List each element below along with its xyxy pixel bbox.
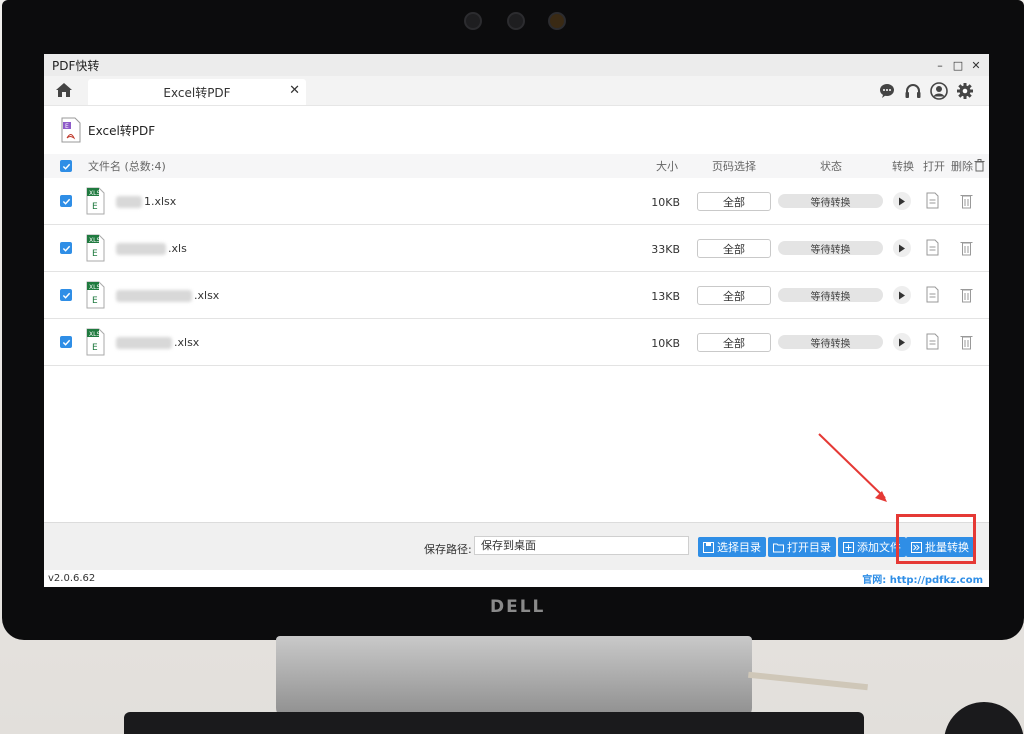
tab-label: Excel转PDF [163,85,231,100]
list-header: 文件名 (总数:4) 大小 页码选择 状态 转换 打开 删除 [44,154,989,178]
section-title: Excel转PDF [88,123,156,138]
svg-text:E: E [92,343,98,353]
chat-icon[interactable] [877,81,897,101]
user-icon[interactable] [929,81,949,101]
status-badge: 等待转换 [778,335,883,350]
save-disk-icon [703,541,714,553]
header-status: 状态 [820,160,842,173]
svg-text:XLS: XLS [89,190,100,197]
header-convert: 转换 [892,160,914,173]
file-size: 33KB [651,243,680,256]
file-name: .xlsx [116,289,219,302]
row-checkbox[interactable] [60,242,72,254]
tab-close-icon[interactable]: ✕ [289,83,300,98]
file-name: .xlsx [116,336,199,349]
tab-bar: Excel转PDF ✕ [44,76,989,106]
header-delete: 删除 [951,160,973,173]
svg-text:XLS: XLS [89,331,100,338]
play-icon[interactable] [893,286,911,304]
excel-file-icon: XLS E [86,328,105,356]
camera-sensor [464,12,482,30]
status-badge: 等待转换 [778,288,883,303]
status-badge: 等待转换 [778,241,883,256]
monitor-brand-logo: DELL [490,597,546,617]
version-label: v2.0.6.62 [48,573,96,584]
title-bar: PDF快转 – □ ✕ [44,54,989,76]
close-window-button[interactable]: ✕ [969,59,983,72]
trash-icon[interactable] [960,333,974,351]
open-file-icon[interactable] [926,333,940,351]
select-directory-button[interactable]: 选择目录 [698,537,766,557]
header-size: 大小 [656,160,678,173]
table-row[interactable]: XLS E .xls 33KB 全部 等待转换 [44,225,989,272]
file-size: 10KB [651,196,680,209]
page-select-button[interactable]: 全部 [697,286,771,305]
header-open: 打开 [923,160,945,173]
svg-text:E: E [92,249,98,259]
svg-text:E: E [65,123,69,130]
row-checkbox[interactable] [60,195,72,207]
open-file-icon[interactable] [926,286,940,304]
page-select-button[interactable]: 全部 [697,239,771,258]
table-row[interactable]: XLS E 1.xlsx 10KB 全部 等待转换 [44,178,989,225]
status-badge: 等待转换 [778,194,883,209]
trash-icon[interactable] [960,239,974,257]
excel-to-pdf-icon: E [60,117,82,143]
select-all-checkbox[interactable] [60,160,72,172]
play-icon[interactable] [893,239,911,257]
file-size: 13KB [651,290,680,303]
file-name: .xls [116,242,187,255]
open-directory-button[interactable]: 打开目录 [768,537,836,557]
save-path-input[interactable]: 保存到桌面 [474,536,689,555]
table-row[interactable]: XLS E .xlsx 10KB 全部 等待转换 [44,319,989,366]
delete-all-icon[interactable] [974,159,985,175]
header-filename: 文件名 (总数:4) [88,160,166,173]
svg-text:E: E [92,296,98,306]
save-path-label: 保存路径: [424,543,472,556]
plus-icon [843,541,854,553]
home-icon[interactable] [44,75,84,105]
top-toolbar [877,81,975,101]
row-checkbox[interactable] [60,336,72,348]
trash-icon[interactable] [960,192,974,210]
row-checkbox[interactable] [60,289,72,301]
svg-text:E: E [92,202,98,212]
header-page-select: 页码选择 [712,160,756,173]
file-size: 10KB [651,337,680,350]
svg-text:XLS: XLS [89,284,100,291]
play-icon[interactable] [893,333,911,351]
maximize-button[interactable]: □ [951,59,965,72]
monitor-stand [276,636,752,718]
highlight-box [896,514,976,564]
annotation-arrow [818,433,887,502]
excel-file-icon: XLS E [86,187,105,215]
headset-icon[interactable] [903,81,923,101]
folder-icon [773,543,784,552]
minimize-button[interactable]: – [933,59,947,72]
excel-file-icon: XLS E [86,281,105,309]
page-select-button[interactable]: 全部 [697,333,771,352]
footer-bar: 保存路径: 保存到桌面 选择目录 打开目录 添加文件 批量转换 [44,522,989,570]
status-bar: v2.0.6.62 官网: http://pdfkz.com [44,570,989,587]
open-file-icon[interactable] [926,239,940,257]
gear-icon[interactable] [955,81,975,101]
file-name: 1.xlsx [116,195,176,208]
camera-lens [507,12,525,30]
camera-light [548,12,566,30]
table-row[interactable]: XLS E .xlsx 13KB 全部 等待转换 [44,272,989,319]
excel-file-icon: XLS E [86,234,105,262]
section-header: E Excel转PDF [44,106,989,154]
svg-text:XLS: XLS [89,237,100,244]
keyboard [124,712,864,734]
website-link[interactable]: 官网: http://pdfkz.com [862,571,985,586]
open-file-icon[interactable] [926,192,940,210]
play-icon[interactable] [893,192,911,210]
window-controls: – □ ✕ [933,59,989,72]
tab-excel-to-pdf[interactable]: Excel转PDF ✕ [88,79,306,105]
trash-icon[interactable] [960,286,974,304]
app-title: PDF快转 [52,58,100,73]
page-select-button[interactable]: 全部 [697,192,771,211]
